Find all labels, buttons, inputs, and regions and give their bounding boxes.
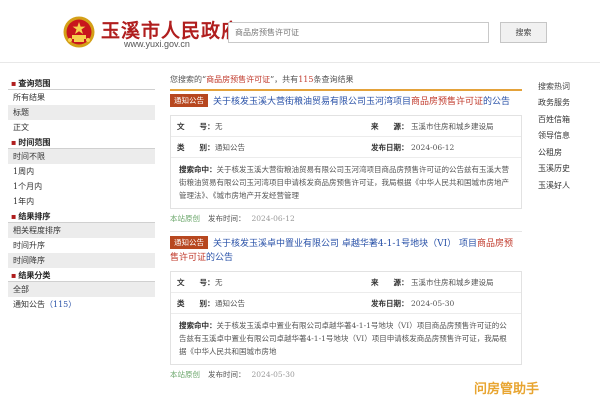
result-item: 通知公告 关于核发玉溪大营街粮油贸易有限公司玉河湾项目商品房预售许可证的公告 文 … — [170, 89, 522, 227]
results-panel: 您搜索的“商品房预售许可证”，共有115条查询结果 通知公告 关于核发玉溪大营街粮… — [170, 74, 522, 383]
search-input[interactable]: 商品房预售许可证 — [228, 22, 489, 43]
time-week[interactable]: 1周内 — [8, 164, 155, 179]
doc-no-label: 文 号： — [177, 278, 215, 287]
category-heading: ▪ 结果分类 — [8, 268, 155, 282]
national-emblem-icon — [63, 16, 95, 48]
bullet-icon: ▪ — [11, 137, 17, 147]
result-divider — [170, 231, 522, 232]
watermark-label: 问房管助手 — [474, 382, 540, 397]
site-source: 本站原创 — [170, 214, 200, 223]
result-title-link[interactable]: 关于核发玉溪大营街粮油贸易有限公司玉河湾项目商品房预售许可证的公告 — [213, 97, 510, 107]
time-heading: ▪ 时间范围 — [8, 135, 155, 149]
pubdate-label: 发布日期： — [371, 299, 409, 308]
doc-no-value: 无 — [215, 122, 223, 131]
time-month[interactable]: 1个月内 — [8, 179, 155, 194]
site-source: 本站原创 — [170, 370, 200, 379]
footer-date: 2024-06-12 — [251, 214, 295, 223]
category-notice[interactable]: 通知公告（115） — [8, 297, 155, 312]
category-label: 类 别： — [177, 143, 215, 152]
hot-words-panel: 搜索热词 政务服务 百姓信箱 领导信息 公租房 玉溪历史 玉溪好人 — [538, 79, 598, 194]
bullet-icon: ▪ — [11, 78, 17, 88]
hot-word-link[interactable]: 领导信息 — [538, 128, 598, 145]
hot-word-link[interactable]: 玉溪好人 — [538, 178, 598, 195]
category-label: 类 别： — [177, 299, 215, 308]
source-value: 玉溪市住房和城乡建设局 — [411, 122, 494, 131]
time-year[interactable]: 1年内 — [8, 194, 155, 209]
hot-word-link[interactable]: 百姓信箱 — [538, 112, 598, 129]
site-header: 玉溪市人民政府 www.yuxi.gov.cn 商品房预售许可证 搜索 — [0, 0, 600, 62]
category-tag: 通知公告 — [170, 236, 208, 249]
header-divider — [0, 62, 600, 63]
sort-time-asc[interactable]: 时间升序 — [8, 238, 155, 253]
source-value: 玉溪市住房和城乡建设局 — [411, 278, 494, 287]
result-meta: 文 号： 无 来 源： 玉溪市住房和城乡建设局 类 别： 通知公告 发布日期： … — [170, 271, 522, 365]
bullet-icon: ▪ — [11, 211, 17, 221]
result-summary: 您搜索的“商品房预售许可证”，共有115条查询结果 — [170, 75, 354, 84]
scope-body[interactable]: 正文 — [8, 120, 155, 135]
doc-no-value: 无 — [215, 278, 223, 287]
result-meta: 文 号： 无 来 源： 玉溪市住房和城乡建设局 类 别： 通知公告 发布日期： … — [170, 115, 522, 209]
summary-keyword: 商品房预售许可证 — [206, 75, 271, 84]
result-title-row: 通知公告 关于核发玉溪大营街粮油贸易有限公司玉河湾项目商品房预售许可证的公告 — [170, 89, 522, 109]
sort-heading: ▪ 结果排序 — [8, 209, 155, 223]
result-title-link[interactable]: 关于核发玉溪卓中置业有限公司 卓越华著4-1-1号地块（VI） 项目商品房预售许… — [170, 239, 513, 263]
bullet-icon: ▪ — [11, 270, 17, 280]
category-notice-count: （115） — [45, 300, 77, 309]
result-abstract: 搜索命中：关于核发玉溪大营街粮油贸易有限公司玉河湾项目商品房预售许可证的公告兹有… — [179, 165, 509, 200]
category-value: 通知公告 — [215, 299, 245, 308]
pubdate-label: 发布日期： — [371, 143, 409, 152]
result-footer: 本站原创 发布时间： 2024-05-30 — [170, 370, 295, 379]
time-any[interactable]: 时间不限 — [8, 149, 155, 164]
scope-title[interactable]: 标题 — [8, 105, 155, 120]
result-abstract: 搜索命中：关于核发玉溪卓中置业有限公司卓越华著4-1-1号地块（VI）项目商品房… — [179, 321, 507, 356]
result-item: 通知公告 关于核发玉溪卓中置业有限公司 卓越华著4-1-1号地块（VI） 项目商品… — [170, 236, 522, 383]
source-label: 来 源： — [371, 278, 409, 287]
scope-heading: ▪ 查询范围 — [8, 76, 155, 90]
result-footer: 本站原创 发布时间： 2024-06-12 — [170, 214, 295, 223]
source-label: 来 源： — [371, 122, 409, 131]
hot-words-heading: 搜索热词 — [538, 82, 570, 91]
hot-word-link[interactable]: 政务服务 — [538, 95, 598, 112]
category-all[interactable]: 全部 — [8, 282, 155, 297]
sort-relevance[interactable]: 相关程度排序 — [8, 223, 155, 238]
site-url: www.yuxi.gov.cn — [124, 39, 190, 49]
pubdate-value: 2024-06-12 — [411, 143, 455, 152]
category-value: 通知公告 — [215, 143, 245, 152]
sort-time-desc[interactable]: 时间降序 — [8, 253, 155, 268]
search-button[interactable]: 搜索 — [500, 22, 547, 43]
hot-word-link[interactable]: 公租房 — [538, 145, 598, 162]
scope-all[interactable]: 所有结果 — [8, 90, 155, 105]
result-count: 115 — [298, 75, 314, 84]
footer-date: 2024-05-30 — [251, 370, 295, 379]
category-tag: 通知公告 — [170, 94, 208, 107]
pubdate-value: 2024-05-30 — [411, 299, 455, 308]
doc-no-label: 文 号： — [177, 122, 215, 131]
hot-word-link[interactable]: 玉溪历史 — [538, 161, 598, 178]
result-title-row: 通知公告 关于核发玉溪卓中置业有限公司 卓越华著4-1-1号地块（VI） 项目商品… — [170, 236, 522, 265]
filter-sidebar: ▪ 查询范围 所有结果 标题 正文 ▪ 时间范围 时间不限 1周内 1个月内 1年内… — [8, 76, 155, 312]
